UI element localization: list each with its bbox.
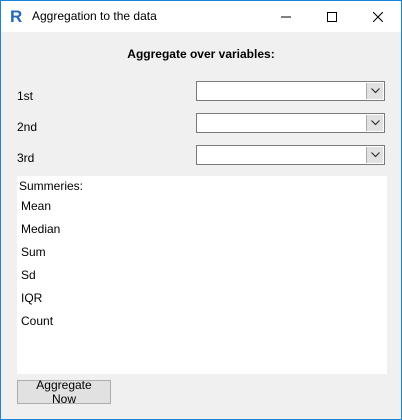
dropdown-button[interactable] [366, 115, 383, 131]
maximize-icon [327, 11, 337, 22]
list-item-iqr[interactable]: IQR [21, 291, 42, 305]
summaries-caption: Summeries: [19, 179, 84, 193]
variable-label-3rd: 3rd [17, 151, 35, 165]
variable-label-1st: 1st [17, 89, 34, 103]
aggregate-now-button[interactable]: Aggregate Now [17, 378, 111, 406]
variable-select-1st[interactable] [196, 81, 385, 101]
minimize-button[interactable] [263, 1, 309, 32]
list-item-mean[interactable]: Mean [21, 199, 51, 213]
chevron-down-icon [370, 120, 380, 126]
close-button[interactable] [355, 1, 401, 32]
list-item-median[interactable]: Median [21, 222, 60, 236]
list-item-sd[interactable]: Sd [21, 268, 36, 282]
window-title: Aggregation to the data [32, 9, 157, 23]
list-item-sum[interactable]: Sum [21, 245, 46, 259]
R-logo-icon: R [10, 7, 22, 25]
svg-text:R: R [10, 7, 22, 25]
dropdown-button[interactable] [366, 83, 383, 99]
maximize-button[interactable] [309, 1, 355, 32]
variable-select-3rd[interactable] [196, 145, 385, 165]
minimize-icon [281, 16, 291, 17]
dropdown-button[interactable] [366, 147, 383, 163]
aggregation-window: R Aggregation to the data Aggregate over… [0, 0, 402, 420]
chevron-down-icon [370, 152, 380, 158]
aggregate-heading: Aggregate over variables: [127, 47, 275, 61]
variable-label-2nd: 2nd [17, 120, 38, 134]
list-item-count[interactable]: Count [21, 314, 53, 328]
variable-select-2nd[interactable] [196, 113, 385, 133]
title-bar[interactable]: R Aggregation to the data [1, 1, 401, 32]
summaries-listbox[interactable]: Summeries: Mean Median Sum Sd IQR Count [17, 176, 387, 374]
chevron-down-icon [370, 88, 380, 94]
close-icon [373, 11, 383, 22]
